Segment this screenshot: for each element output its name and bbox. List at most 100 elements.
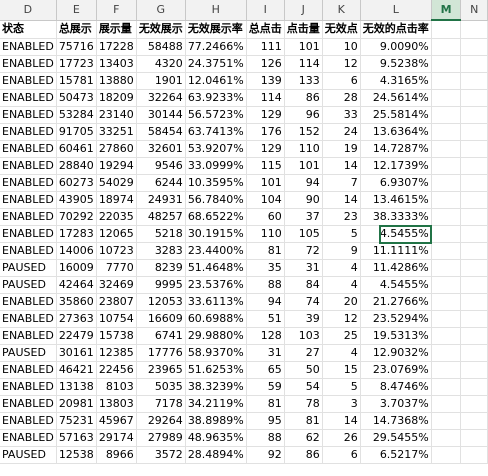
cell-empty[interactable]	[460, 361, 488, 379]
value-cell[interactable]: 10	[322, 38, 361, 56]
value-cell[interactable]: 58488	[136, 38, 186, 56]
status-cell[interactable]: ENABLED	[0, 208, 57, 226]
header-cell-status[interactable]: 状态	[0, 20, 57, 39]
value-cell[interactable]: 15	[322, 361, 361, 379]
value-cell[interactable]: 110	[246, 225, 285, 243]
cell-empty[interactable]	[460, 140, 488, 158]
cell-empty[interactable]	[460, 395, 488, 413]
value-cell[interactable]: 15738	[96, 327, 137, 345]
value-cell[interactable]: 88	[246, 276, 285, 294]
value-cell[interactable]: 28840	[56, 157, 97, 175]
cell-empty[interactable]	[431, 89, 462, 107]
value-cell[interactable]: 60.6988%	[185, 310, 247, 328]
value-cell[interactable]: 6	[322, 72, 361, 90]
value-cell[interactable]: 129	[246, 106, 285, 124]
header-cell-total-impressions[interactable]: 总展示	[56, 20, 97, 39]
value-cell[interactable]: 29.5455%	[360, 429, 432, 447]
value-cell[interactable]: 11.1111%	[360, 242, 432, 260]
status-cell[interactable]: ENABLED	[0, 191, 57, 209]
value-cell[interactable]: 110	[284, 140, 323, 158]
value-cell[interactable]: 5035	[136, 378, 186, 396]
value-cell[interactable]: 3.7037%	[360, 395, 432, 413]
value-cell[interactable]: 4.5455%	[360, 276, 432, 294]
status-cell[interactable]: PAUSED	[0, 259, 57, 277]
value-cell[interactable]: 6741	[136, 327, 186, 345]
value-cell[interactable]: 23	[322, 208, 361, 226]
value-cell[interactable]: 13403	[96, 55, 137, 73]
value-cell[interactable]: 48.9635%	[185, 429, 247, 447]
status-cell[interactable]: ENABLED	[0, 327, 57, 345]
value-cell[interactable]: 33251	[96, 123, 137, 141]
value-cell[interactable]: 12.0461%	[185, 72, 247, 90]
header-cell-invalid-clicks[interactable]: 无效点	[322, 20, 361, 39]
status-cell[interactable]: ENABLED	[0, 140, 57, 158]
value-cell[interactable]: 12	[322, 55, 361, 73]
value-cell[interactable]: 50473	[56, 89, 97, 107]
value-cell[interactable]: 3572	[136, 446, 186, 464]
value-cell[interactable]: 58454	[136, 123, 186, 141]
value-cell[interactable]: 114	[284, 55, 323, 73]
header-cell-invalid-impression-rate[interactable]: 无效展示率	[185, 20, 247, 39]
value-cell[interactable]: 54	[284, 378, 323, 396]
value-cell[interactable]: 96	[284, 106, 323, 124]
value-cell[interactable]: 58.9370%	[185, 344, 247, 362]
value-cell[interactable]: 54029	[96, 174, 137, 192]
cell-empty[interactable]	[431, 395, 462, 413]
value-cell[interactable]: 27	[284, 344, 323, 362]
cell-empty[interactable]	[460, 344, 488, 362]
status-cell[interactable]: ENABLED	[0, 395, 57, 413]
value-cell[interactable]: 5	[322, 225, 361, 243]
value-cell[interactable]: 75716	[56, 38, 97, 56]
value-cell[interactable]: 21.2766%	[360, 293, 432, 311]
value-cell[interactable]: 37	[284, 208, 323, 226]
cell-empty[interactable]	[431, 55, 462, 73]
value-cell[interactable]: 4.5455%	[360, 225, 432, 243]
cell-empty[interactable]	[460, 429, 488, 447]
value-cell[interactable]: 1901	[136, 72, 186, 90]
value-cell[interactable]: 3	[322, 395, 361, 413]
header-cell-total-clicks[interactable]: 总点击	[246, 20, 285, 39]
value-cell[interactable]: 5218	[136, 225, 186, 243]
value-cell[interactable]: 139	[246, 72, 285, 90]
status-cell[interactable]: ENABLED	[0, 225, 57, 243]
cell-empty[interactable]	[460, 310, 488, 328]
value-cell[interactable]: 92	[246, 446, 285, 464]
value-cell[interactable]: 31	[246, 344, 285, 362]
value-cell[interactable]: 51.4648%	[185, 259, 247, 277]
value-cell[interactable]: 75231	[56, 412, 97, 430]
status-cell[interactable]: PAUSED	[0, 344, 57, 362]
cell-empty[interactable]	[431, 38, 462, 56]
value-cell[interactable]: 32264	[136, 89, 186, 107]
value-cell[interactable]: 65	[246, 361, 285, 379]
value-cell[interactable]: 7178	[136, 395, 186, 413]
column-header-n[interactable]: N	[460, 0, 488, 21]
value-cell[interactable]: 19294	[96, 157, 137, 175]
value-cell[interactable]: 23.5376%	[185, 276, 247, 294]
value-cell[interactable]: 4.3165%	[360, 72, 432, 90]
value-cell[interactable]: 6	[322, 446, 361, 464]
value-cell[interactable]: 33	[322, 106, 361, 124]
status-cell[interactable]: ENABLED	[0, 106, 57, 124]
column-header-j[interactable]: J	[284, 0, 323, 21]
value-cell[interactable]: 14	[322, 191, 361, 209]
value-cell[interactable]: 31	[284, 259, 323, 277]
header-cell-clicks[interactable]: 点击量	[284, 20, 323, 39]
value-cell[interactable]: 18209	[96, 89, 137, 107]
value-cell[interactable]: 20981	[56, 395, 97, 413]
value-cell[interactable]: 27860	[96, 140, 137, 158]
cell-empty[interactable]	[431, 412, 462, 430]
value-cell[interactable]: 38.3333%	[360, 208, 432, 226]
value-cell[interactable]: 23807	[96, 293, 137, 311]
value-cell[interactable]: 24.5614%	[360, 89, 432, 107]
value-cell[interactable]: 15781	[56, 72, 97, 90]
value-cell[interactable]: 20	[322, 293, 361, 311]
status-cell[interactable]: ENABLED	[0, 242, 57, 260]
cell-empty[interactable]	[460, 378, 488, 396]
status-cell[interactable]: ENABLED	[0, 157, 57, 175]
cell-empty[interactable]	[460, 191, 488, 209]
value-cell[interactable]: 24931	[136, 191, 186, 209]
cell-empty[interactable]	[460, 106, 488, 124]
value-cell[interactable]: 60	[246, 208, 285, 226]
value-cell[interactable]: 115	[246, 157, 285, 175]
value-cell[interactable]: 14.7287%	[360, 140, 432, 158]
